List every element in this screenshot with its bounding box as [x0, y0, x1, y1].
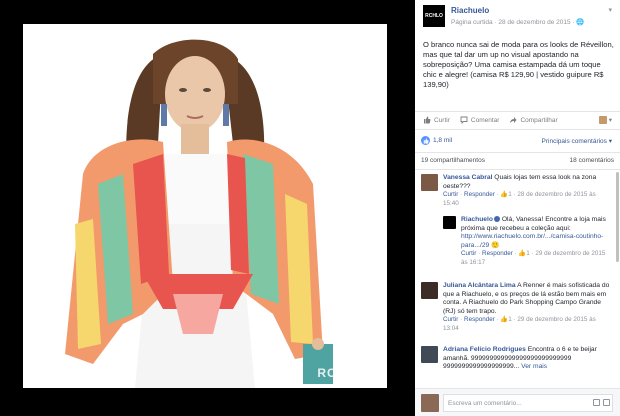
post-as-selector[interactable]: ▾	[598, 116, 612, 124]
post-panel: RCHLO Riachuelo Página curtida · 28 de d…	[415, 0, 620, 416]
post-text: O branco nunca sai de moda para os looks…	[423, 40, 614, 89]
user-avatar	[598, 116, 607, 124]
post-meta: Página curtida · 28 de dezembro de 2015 …	[451, 18, 584, 26]
shares-row: 19 compartilhamentos 18 comentários	[415, 152, 620, 168]
share-button[interactable]: Compartilhar	[509, 116, 558, 124]
thumbs-up-icon	[424, 116, 431, 124]
comment-meta: Curtir · Responder · 👍1 · 29 de dezembro…	[461, 250, 606, 266]
comment-label: Comentar	[470, 116, 500, 124]
comment-meta: Curtir · Responder · 👍1 · 28 de dezembro…	[443, 191, 596, 207]
globe-icon: 🌐	[576, 19, 585, 26]
avatar[interactable]	[421, 282, 438, 299]
comment-link[interactable]: http://www.riachuelo.com.br/.../camisa-c…	[461, 233, 603, 249]
post-photo[interactable]: RCHLO	[23, 24, 387, 388]
comment-author[interactable]: Riachuelo	[461, 216, 493, 223]
likes-row: 1,8 mil Principais comentários ▾	[415, 129, 620, 151]
comments-list: Vanessa Cabral Quais lojas tem essa look…	[415, 169, 620, 388]
comment-reply-link[interactable]: Responder	[464, 316, 495, 323]
page-name-link[interactable]: Riachuelo	[451, 6, 489, 15]
comment-reply-link[interactable]: Responder	[482, 250, 513, 257]
photo-watermark: RCHLO	[317, 366, 365, 380]
comment-meta: Curtir · Responder · 👍1 · 29 de dezembro…	[443, 316, 596, 332]
comment-author[interactable]: Adriana Felício Rodrigues	[443, 346, 526, 353]
likes-count[interactable]: 1,8 mil	[433, 137, 452, 144]
share-label: Compartilhar	[520, 116, 558, 124]
like-reaction-icon	[421, 136, 430, 145]
comments-scrollbar[interactable]	[616, 172, 619, 262]
comment-input[interactable]: Escreva um comentário...	[443, 394, 613, 412]
comment-input-icons	[590, 399, 610, 406]
see-more-link[interactable]: Ver mais	[521, 363, 547, 370]
page-avatar[interactable]: RCHLO	[423, 5, 445, 27]
comment-like-link[interactable]: Curtir	[443, 316, 458, 323]
photo-viewer: RCHLO	[0, 0, 415, 416]
comment-text-suffix: 🙂	[489, 241, 500, 249]
like-label: Curtir	[434, 116, 450, 124]
chevron-down-icon[interactable]: ▾	[608, 6, 612, 14]
share-icon	[510, 117, 517, 123]
comment-icon	[460, 116, 468, 124]
avatar[interactable]	[443, 216, 456, 229]
camera-icon[interactable]	[593, 399, 600, 406]
avatar[interactable]	[421, 174, 438, 191]
chevron-down-icon: ▾	[608, 117, 612, 124]
comment-author[interactable]: Juliana Alcântara Lima	[443, 282, 516, 289]
comment-author[interactable]: Vanessa Cabral	[443, 174, 492, 181]
current-user-avatar	[421, 394, 439, 412]
like-button[interactable]: Curtir	[423, 116, 450, 124]
comment-like-link[interactable]: Curtir	[461, 250, 476, 257]
post-header: RCHLO Riachuelo Página curtida · 28 de d…	[415, 0, 620, 36]
avatar[interactable]	[421, 346, 438, 363]
write-comment-bar: Escreva um comentário...	[415, 388, 620, 416]
comment-button[interactable]: Comentar	[460, 116, 500, 124]
shares-count[interactable]: 19 compartilhamentos	[421, 157, 485, 164]
model-photo-illustration	[23, 24, 387, 388]
comments-count[interactable]: 18 comentários	[570, 157, 614, 164]
comment-like-link[interactable]: Curtir	[443, 191, 458, 198]
top-comments-dropdown[interactable]: Principais comentários ▾	[542, 137, 612, 145]
post-date[interactable]: Página curtida · 28 de dezembro de 2015 …	[451, 19, 576, 26]
action-bar: Curtir Comentar Compartilhar ▾	[415, 111, 620, 128]
emoji-icon[interactable]	[603, 399, 610, 406]
comment-reply-link[interactable]: Responder	[464, 191, 495, 198]
